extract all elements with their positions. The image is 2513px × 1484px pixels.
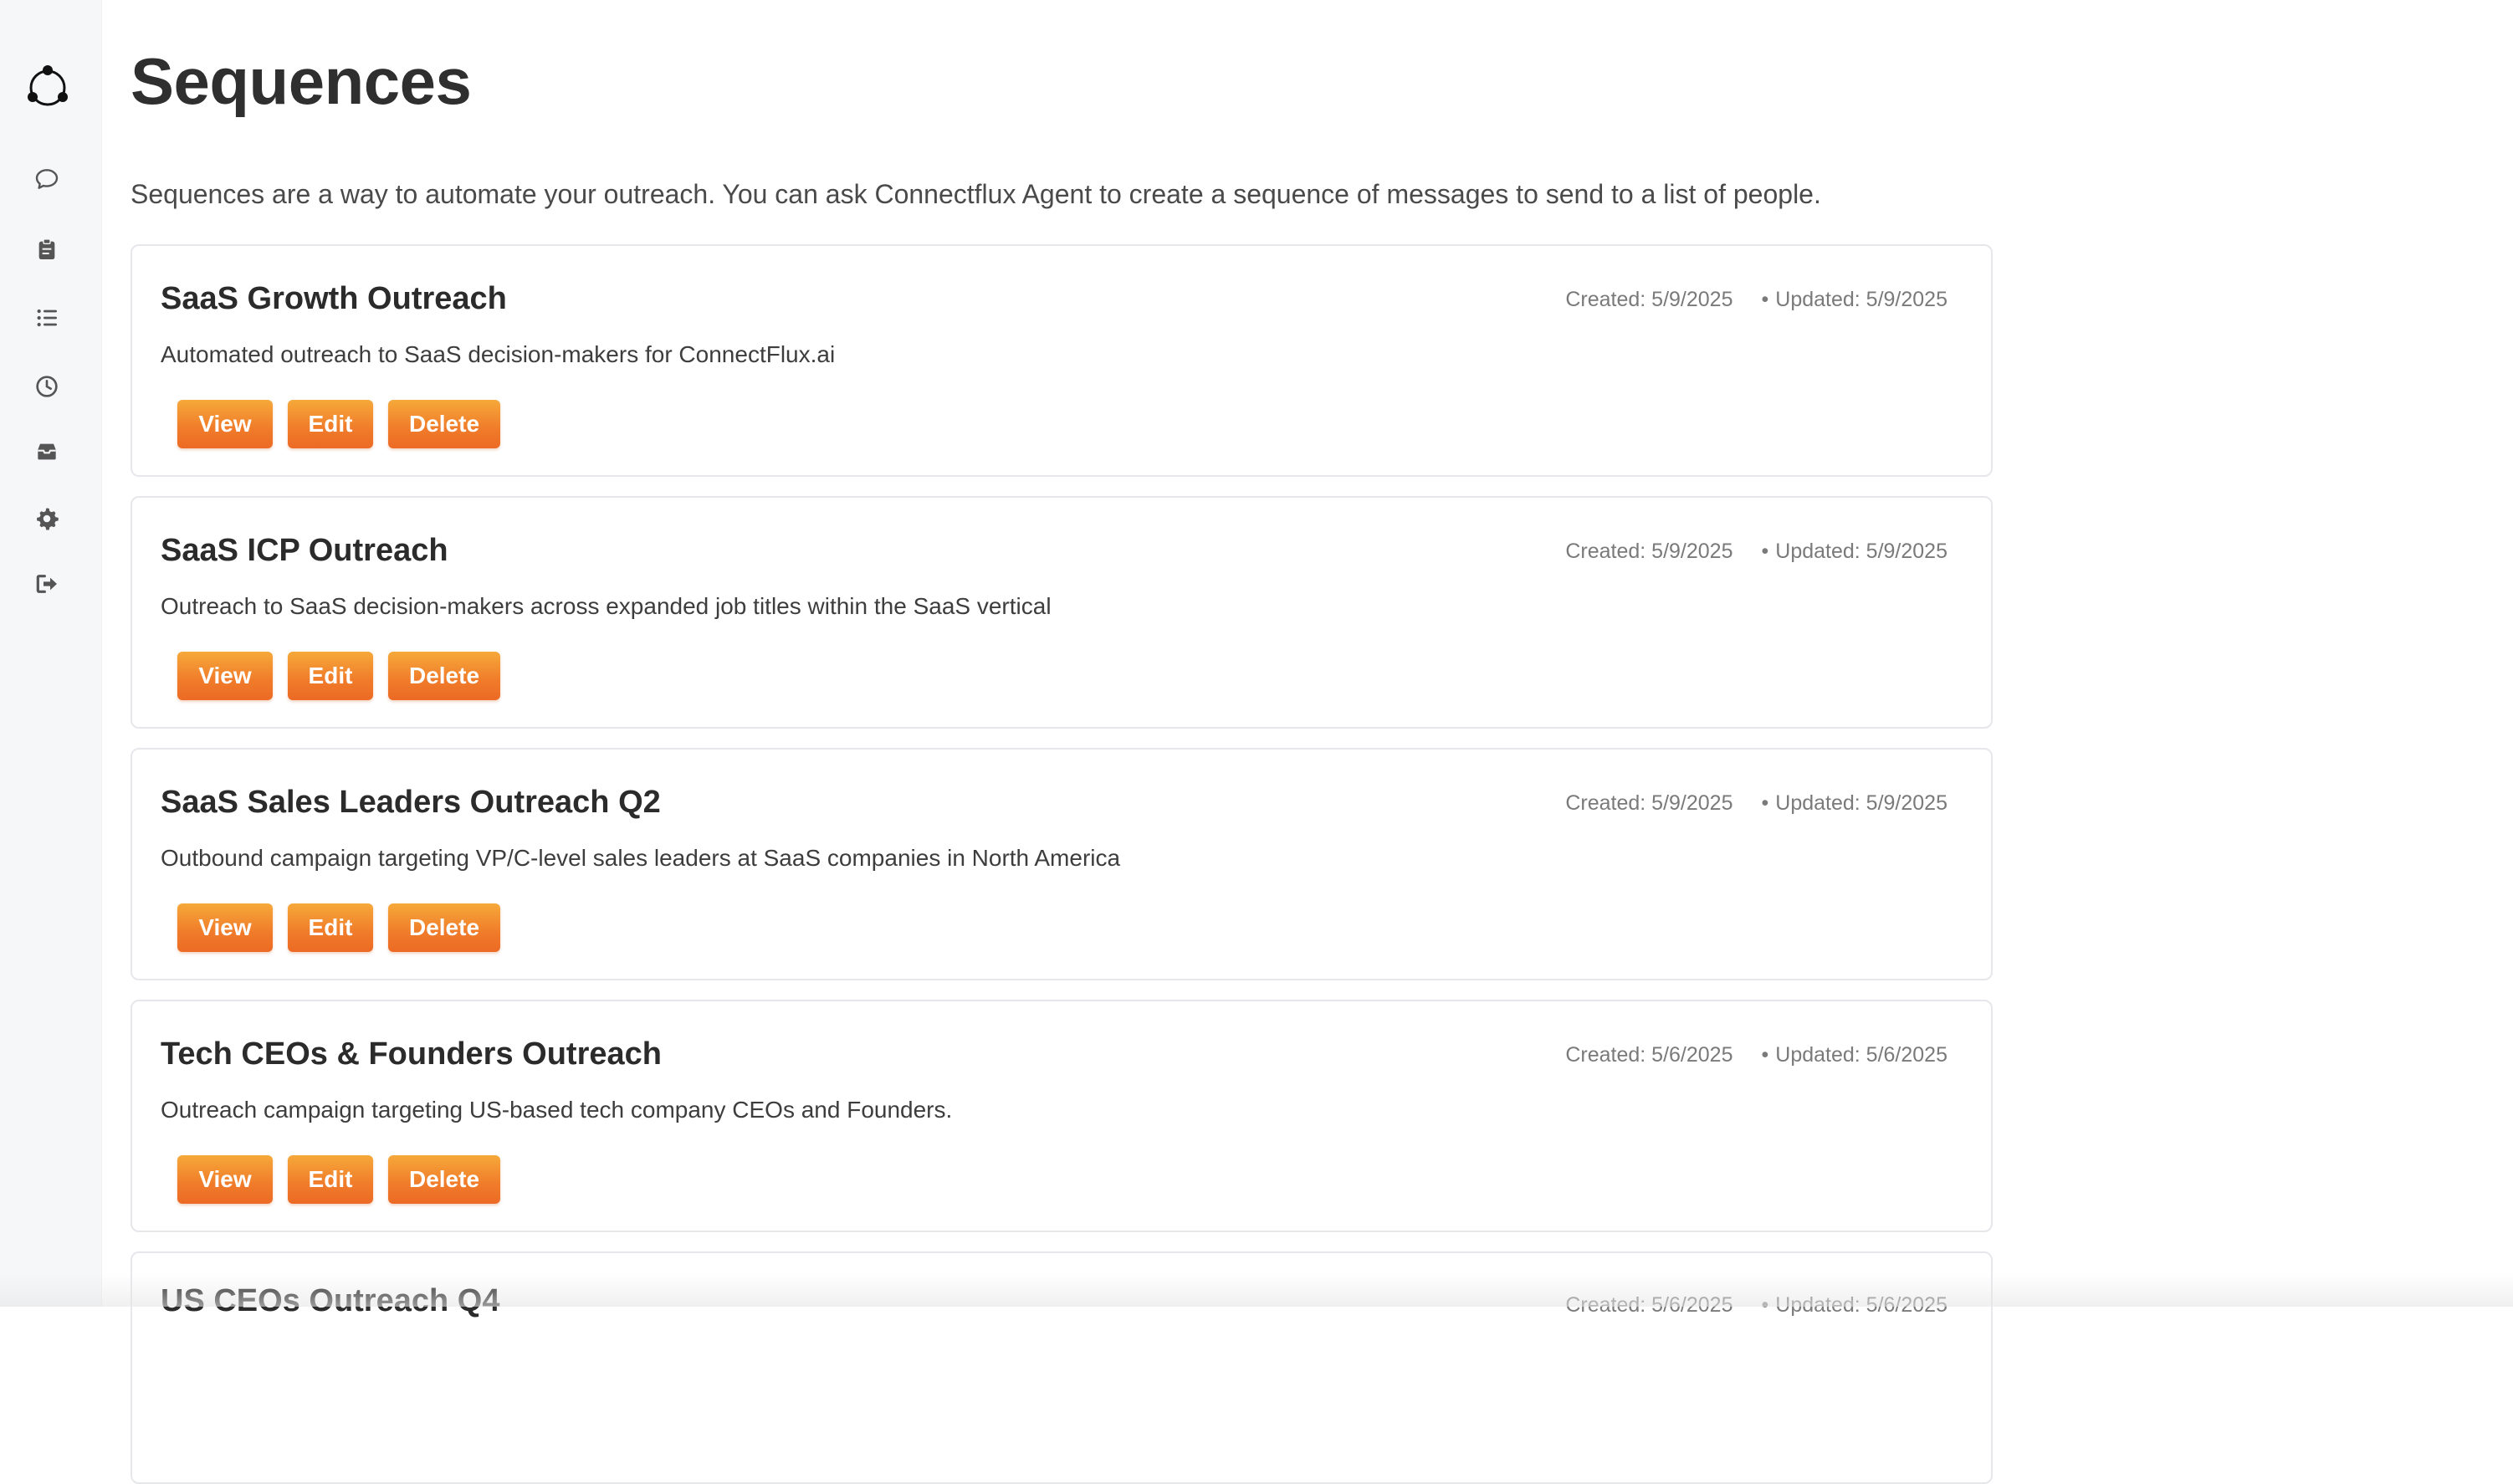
edit-button[interactable]: Edit <box>288 1155 373 1204</box>
main-content: Sequences Sequences are a way to automat… <box>131 0 2222 1307</box>
sequence-title: SaaS ICP Outreach <box>161 533 448 569</box>
sequence-description: Automated outreach to SaaS decision-make… <box>161 341 835 368</box>
view-button[interactable]: View <box>177 903 273 952</box>
meta-separator: • <box>1762 540 1769 563</box>
sequence-title: US CEOs Outreach Q4 <box>161 1283 499 1319</box>
chat-icon[interactable] <box>32 164 62 194</box>
page-description: Sequences are a way to automate your out… <box>131 179 1821 210</box>
sequence-dates: Created: 5/9/2025 • Updated: 5/9/2025 <box>1565 540 1947 564</box>
sequence-card: SaaS Growth Outreach Created: 5/9/2025 •… <box>131 244 1993 477</box>
view-button[interactable]: View <box>177 1155 273 1204</box>
updated-date-wrap: • Updated: 5/9/2025 <box>1762 288 1948 312</box>
view-button[interactable]: View <box>177 652 273 700</box>
updated-date: Updated: 5/9/2025 <box>1775 791 1947 815</box>
created-date: Created: 5/9/2025 <box>1565 288 1732 312</box>
created-date: Created: 5/6/2025 <box>1565 1043 1732 1067</box>
sequence-card: US CEOs Outreach Q4 Created: 5/6/2025 •U… <box>131 1251 1993 1484</box>
updated-date: Updated: 5/6/2025 <box>1775 1293 1947 1317</box>
updated-date-wrap: •Updated: 5/6/2025 <box>1762 1293 1948 1318</box>
updated-date: Updated: 5/6/2025 <box>1775 1043 1947 1067</box>
sequence-title: Tech CEOs & Founders Outreach <box>161 1036 662 1072</box>
sequence-dates: Created: 5/6/2025 •Updated: 5/6/2025 <box>1565 1043 1947 1067</box>
page-title: Sequences <box>131 43 471 120</box>
settings-icon[interactable] <box>32 504 62 534</box>
delete-button[interactable]: Delete <box>388 400 500 448</box>
created-date: Created: 5/6/2025 <box>1565 1293 1732 1318</box>
logout-icon[interactable] <box>32 569 62 599</box>
edit-button[interactable]: Edit <box>288 903 373 952</box>
view-button[interactable]: View <box>177 400 273 448</box>
sequence-dates: Created: 5/9/2025 •Updated: 5/9/2025 <box>1565 791 1947 816</box>
sequence-card: SaaS Sales Leaders Outreach Q2 Created: … <box>131 748 1993 980</box>
sequence-description: Outreach campaign targeting US-based tec… <box>161 1097 952 1123</box>
history-icon[interactable] <box>32 371 62 402</box>
sequence-dates: Created: 5/9/2025 • Updated: 5/9/2025 <box>1565 288 1947 312</box>
delete-button[interactable]: Delete <box>388 1155 500 1204</box>
inbox-icon[interactable] <box>32 437 62 467</box>
created-date: Created: 5/9/2025 <box>1565 791 1732 816</box>
edit-button[interactable]: Edit <box>288 400 373 448</box>
created-date: Created: 5/9/2025 <box>1565 540 1732 564</box>
updated-date-wrap: •Updated: 5/6/2025 <box>1762 1043 1948 1067</box>
sequence-description: Outbound campaign targeting VP/C-level s… <box>161 845 1120 872</box>
updated-date-wrap: •Updated: 5/9/2025 <box>1762 791 1948 816</box>
updated-date: Updated: 5/9/2025 <box>1775 288 1947 311</box>
sequence-card: Tech CEOs & Founders Outreach Created: 5… <box>131 1000 1993 1232</box>
sequence-title: SaaS Sales Leaders Outreach Q2 <box>161 785 661 821</box>
sequence-dates: Created: 5/6/2025 •Updated: 5/6/2025 <box>1565 1293 1947 1318</box>
meta-separator: • <box>1762 288 1769 311</box>
delete-button[interactable]: Delete <box>388 903 500 952</box>
list-icon[interactable] <box>32 303 62 333</box>
updated-date: Updated: 5/9/2025 <box>1775 540 1947 563</box>
delete-button[interactable]: Delete <box>388 652 500 700</box>
meta-separator: • <box>1762 1043 1769 1067</box>
meta-separator: • <box>1762 1293 1769 1317</box>
edit-button[interactable]: Edit <box>288 652 373 700</box>
updated-date-wrap: • Updated: 5/9/2025 <box>1762 540 1948 564</box>
sequence-card: SaaS ICP Outreach Created: 5/9/2025 • Upd… <box>131 496 1993 729</box>
sequence-title: SaaS Growth Outreach <box>161 281 507 317</box>
clipboard-icon[interactable] <box>32 234 62 264</box>
meta-separator: • <box>1762 791 1769 815</box>
sequence-description: Outreach to SaaS decision-makers across … <box>161 593 1052 620</box>
logo-icon[interactable] <box>23 62 72 110</box>
sidebar <box>0 0 102 1307</box>
